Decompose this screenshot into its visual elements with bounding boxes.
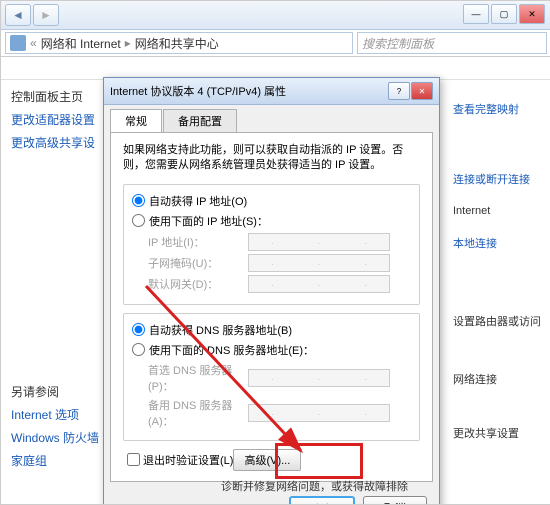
maximize-button[interactable]: ▢ (491, 4, 517, 24)
field-label: 默认网关(D)： (148, 276, 248, 292)
radio-label: 使用下面的 DNS 服务器地址(E)： (149, 342, 314, 358)
tab-strip: 常规 备用配置 (104, 105, 439, 132)
titlebar: ◄ ► — ▢ ✕ (1, 1, 550, 30)
dialog-close-button[interactable]: ✕ (411, 82, 433, 100)
radio-manual-dns[interactable] (132, 343, 145, 356)
field-label: 备用 DNS 服务器(A)： (148, 397, 248, 429)
breadcrumb-arrow-icon: ▸ (125, 36, 131, 50)
sidebar-link[interactable]: 更改高级共享设 (11, 134, 107, 151)
sidebar-link[interactable]: Internet 选项 (11, 406, 107, 423)
see-also-heading: 另请参阅 (11, 383, 107, 400)
radio-label: 使用下面的 IP 地址(S)： (149, 213, 268, 229)
diagnose-text[interactable]: 诊断并修复网络问题，或获得故障排除 (221, 478, 408, 494)
text: Internet (453, 205, 541, 217)
ip-group: 自动获得 IP 地址(O) 使用下面的 IP 地址(S)： IP 地址(I)：.… (123, 184, 420, 305)
validate-on-exit-checkbox[interactable] (127, 453, 140, 466)
ip-address-input: ... (248, 233, 390, 251)
field-label: 首选 DNS 服务器(P)： (148, 362, 248, 394)
dialog-title: Internet 协议版本 4 (TCP/IPv4) 属性 (110, 83, 286, 99)
text: 设置路由器或访问 (453, 313, 541, 329)
field-label: 子网掩码(U)： (148, 255, 248, 271)
text: 更改共享设置 (453, 425, 541, 441)
breadcrumb-seg-1[interactable]: 网络和 Internet (41, 35, 121, 52)
radio-auto-ip[interactable] (132, 194, 145, 207)
sidebar-link[interactable]: Windows 防火墙 (11, 429, 107, 446)
checkbox-label: 退出时验证设置(L) (143, 452, 233, 468)
gateway-input: ... (248, 275, 390, 293)
dialog-help-button[interactable]: ? (388, 82, 410, 100)
radio-auto-dns[interactable] (132, 323, 145, 336)
alternate-dns-input: ... (248, 404, 390, 422)
ipv4-properties-dialog: Internet 协议版本 4 (TCP/IPv4) 属性 ? ✕ 常规 备用配… (103, 77, 440, 505)
radio-manual-ip[interactable] (132, 214, 145, 227)
dns-group: 自动获得 DNS 服务器地址(B) 使用下面的 DNS 服务器地址(E)： 首选… (123, 313, 420, 441)
nav-forward-button[interactable]: ► (33, 4, 59, 26)
preferred-dns-input: ... (248, 369, 390, 387)
advanced-button[interactable]: 高级(V)... (233, 449, 301, 471)
link[interactable]: 连接或断开连接 (453, 171, 541, 187)
sidebar-heading: 控制面板主页 (11, 88, 107, 105)
breadcrumb-seg-2[interactable]: 网络和共享中心 (135, 35, 219, 52)
text: 网络连接 (453, 371, 541, 387)
address-bar: « 网络和 Internet ▸ 网络和共享中心 搜索控制面板 (1, 30, 550, 57)
minimize-button[interactable]: — (463, 4, 489, 24)
info-text: 如果网络支持此功能，则可以获取自动指派的 IP 设置。否则，您需要从网络系统管理… (123, 143, 420, 174)
network-icon (10, 35, 26, 51)
sidebar-link[interactable]: 更改适配器设置 (11, 111, 107, 128)
dialog-titlebar: Internet 协议版本 4 (TCP/IPv4) 属性 ? ✕ (104, 78, 439, 105)
sidebar-link[interactable]: 家庭组 (11, 452, 107, 469)
right-links: 查看完整映射 连接或断开连接 Internet 本地连接 设置路由器或访问 网络… (453, 101, 541, 459)
link[interactable]: 查看完整映射 (453, 101, 541, 117)
tab-panel: 如果网络支持此功能，则可以获取自动指派的 IP 设置。否则，您需要从网络系统管理… (110, 132, 433, 482)
field-label: IP 地址(I)： (148, 234, 248, 250)
tab-general[interactable]: 常规 (110, 109, 162, 132)
control-panel-window: ◄ ► — ▢ ✕ « 网络和 Internet ▸ 网络和共享中心 搜索控制面… (0, 0, 550, 505)
cancel-button[interactable]: 取消 (363, 496, 427, 505)
link[interactable]: 本地连接 (453, 235, 541, 251)
breadcrumb-box[interactable]: « 网络和 Internet ▸ 网络和共享中心 (5, 32, 353, 54)
nav-back-button[interactable]: ◄ (5, 4, 31, 26)
subnet-mask-input: ... (248, 254, 390, 272)
radio-label: 自动获得 DNS 服务器地址(B) (149, 322, 292, 338)
breadcrumb-sep: « (30, 36, 37, 50)
tab-alternate[interactable]: 备用配置 (163, 109, 237, 132)
ok-button[interactable]: 确定 (289, 496, 355, 505)
search-input[interactable]: 搜索控制面板 (357, 32, 547, 54)
window-close-button[interactable]: ✕ (519, 4, 545, 24)
sidebar: 控制面板主页 更改适配器设置 更改高级共享设 另请参阅 Internet 选项 … (1, 80, 107, 505)
radio-label: 自动获得 IP 地址(O) (149, 193, 247, 209)
